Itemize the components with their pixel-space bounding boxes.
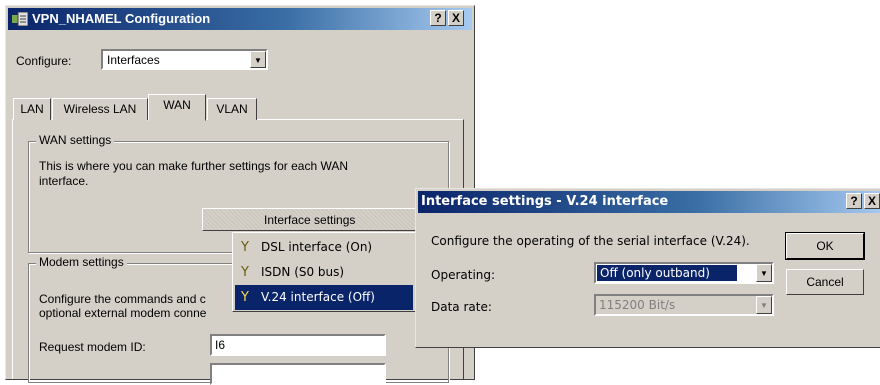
request-modem-id-value: I6 xyxy=(215,338,226,352)
interface-menu: Y DSL interface (On) Y ISDN (S0 bus) Y V… xyxy=(232,232,416,312)
interface-settings-button-label: Interface settings xyxy=(264,213,356,227)
menu-item-isdn[interactable]: Y ISDN (S0 bus) xyxy=(235,260,413,285)
tab-wan[interactable]: WAN xyxy=(148,94,206,121)
menu-item-isdn-label: ISDN (S0 bus) xyxy=(261,265,345,279)
modem-next-field[interactable] xyxy=(210,363,386,385)
cancel-button[interactable]: Cancel xyxy=(786,269,864,295)
main-titlebar[interactable]: VPN_NHAMEL Configuration ? X xyxy=(8,8,472,30)
app-icon xyxy=(12,12,28,26)
dialog-close-button[interactable]: X xyxy=(864,193,880,209)
help-button[interactable]: ? xyxy=(430,10,446,26)
menu-item-v24[interactable]: Y V.24 interface (Off) xyxy=(235,285,413,310)
chevron-down-icon[interactable]: ▼ xyxy=(250,51,266,68)
dialog-help-button[interactable]: ? xyxy=(846,193,862,209)
tab-lan[interactable]: LAN xyxy=(13,98,51,120)
data-rate-dropdown: 115200 Bit/s ▼ xyxy=(594,294,774,316)
data-rate-value: 115200 Bit/s xyxy=(599,298,676,312)
ok-button[interactable]: OK xyxy=(785,232,865,260)
menu-item-dsl-label: DSL interface (On) xyxy=(261,240,373,254)
operating-label: Operating: xyxy=(431,268,496,282)
dialog-title: Interface settings - V.24 interface xyxy=(421,194,669,209)
plug-icon: Y xyxy=(241,240,249,255)
request-modem-id-label: Request modem ID: xyxy=(39,340,146,354)
operating-dropdown[interactable]: Off (only outband) ▼ xyxy=(594,262,774,284)
ok-button-label: OK xyxy=(816,239,834,253)
tab-wireless-lan[interactable]: Wireless LAN xyxy=(52,98,148,120)
configure-label: Configure: xyxy=(16,54,72,68)
interface-settings-button[interactable]: Interface settings xyxy=(202,208,428,231)
modem-settings-description-2: optional external modem conne xyxy=(39,306,207,320)
configure-dropdown[interactable]: Interfaces ▼ xyxy=(101,49,268,70)
plug-icon: Y xyxy=(241,265,249,280)
main-window-title: VPN_NHAMEL Configuration xyxy=(32,11,211,26)
chevron-down-icon[interactable]: ▼ xyxy=(756,264,772,282)
modem-settings-label: Modem settings xyxy=(36,255,127,269)
menu-item-v24-label: V.24 interface (Off) xyxy=(261,290,375,304)
request-modem-id-field[interactable]: I6 xyxy=(210,334,386,356)
dialog-titlebar[interactable]: Interface settings - V.24 interface ? X xyxy=(418,191,880,213)
cancel-button-label: Cancel xyxy=(806,275,844,289)
plug-icon: Y xyxy=(241,290,249,305)
wan-settings-label: WAN settings xyxy=(36,133,115,147)
data-rate-label: Data rate: xyxy=(431,300,492,314)
menu-item-dsl[interactable]: Y DSL interface (On) xyxy=(235,235,413,260)
main-config-window: VPN_NHAMEL Configuration ? X Configure: … xyxy=(5,5,475,385)
configure-dropdown-value: Interfaces xyxy=(107,53,160,67)
interface-settings-dialog: Interface settings - V.24 interface ? X … xyxy=(415,188,880,348)
dialog-description: Configure the operating of the serial in… xyxy=(431,234,750,248)
wan-settings-description: This is where you can make further setti… xyxy=(39,159,349,188)
operating-dropdown-value: Off (only outband) xyxy=(597,265,737,281)
chevron-down-icon: ▼ xyxy=(756,296,772,314)
tab-vlan[interactable]: VLAN xyxy=(207,98,257,120)
modem-settings-description-1: Configure the commands and c xyxy=(39,292,206,306)
close-button[interactable]: X xyxy=(448,10,464,26)
